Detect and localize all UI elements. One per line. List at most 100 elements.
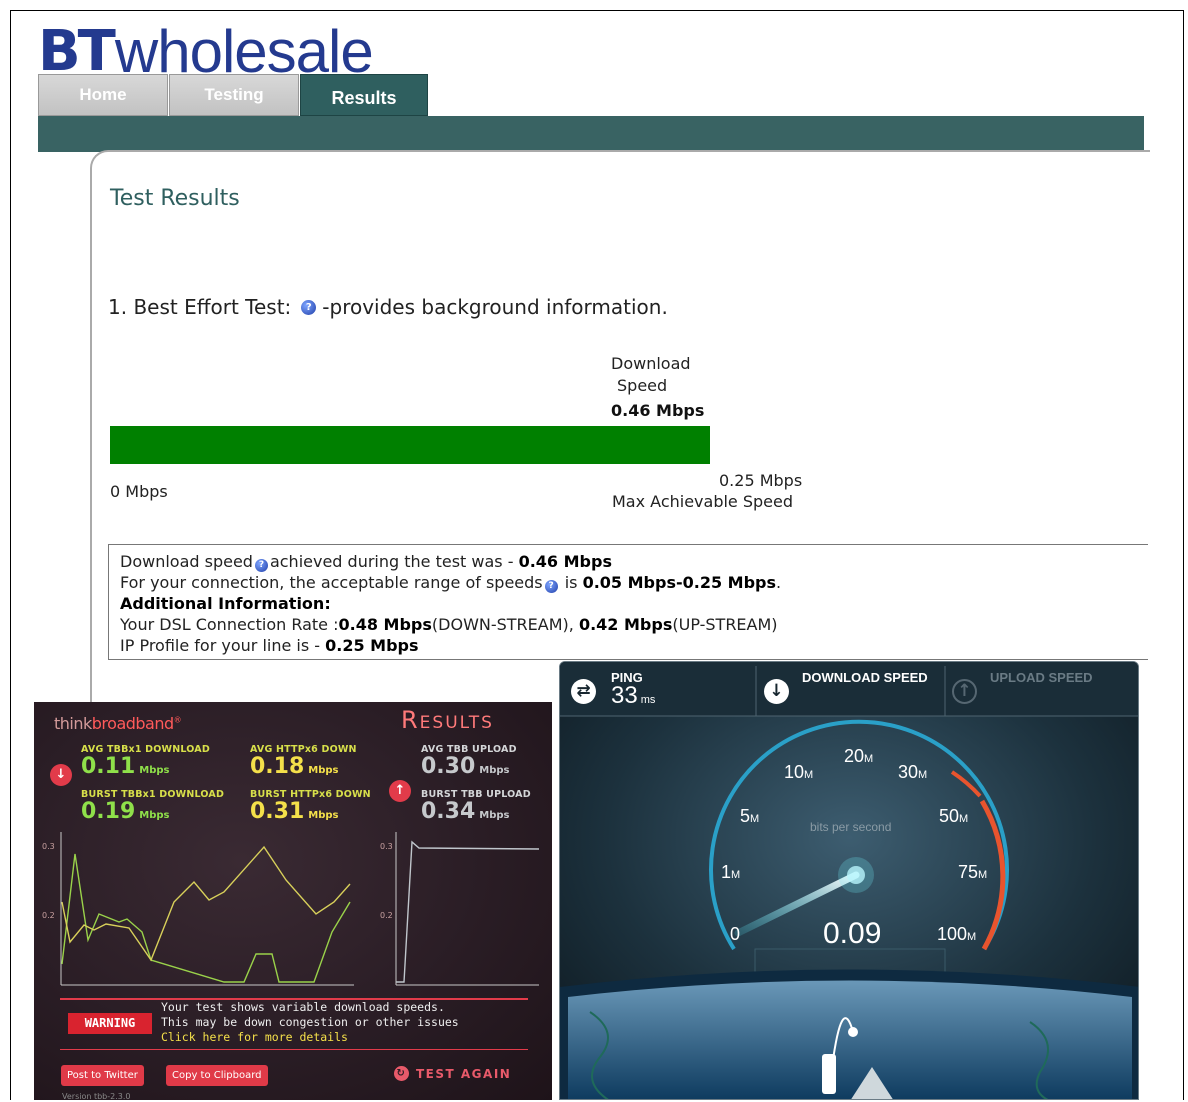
gauge-label-unit: M xyxy=(750,813,760,825)
help-icon[interactable]: ? xyxy=(544,580,558,593)
refresh-icon: ↻ xyxy=(394,1066,409,1081)
nav-tabs: Home Testing Results xyxy=(38,74,429,116)
stat-avg-tbb-upload: AVG TBB UPLOAD 0.30 Mbps xyxy=(421,744,517,783)
gauge-label-75m: 75M xyxy=(958,862,987,883)
user-figure-icon xyxy=(822,1054,836,1094)
gauge-label-unit: M xyxy=(967,931,977,943)
info-line2-end: . xyxy=(776,573,782,592)
stat-value: 0.30 xyxy=(421,754,476,779)
download-speed-value: 0.46 Mbps xyxy=(611,401,705,420)
tick-label-0.2: 0.2 xyxy=(380,911,393,920)
tab-home[interactable]: Home xyxy=(38,74,168,116)
upload-series xyxy=(396,840,540,983)
stat-value: 0.31 xyxy=(250,799,305,824)
gauge-label-20m: 20M xyxy=(844,746,873,767)
info-line1-prefix: Download speed xyxy=(120,552,253,571)
warning-line1: Your test shows variable download speeds… xyxy=(161,1000,445,1014)
speed-bar xyxy=(110,426,710,464)
stat-avg-httpx6-down: AVG HTTPx6 DOWN 0.18 Mbps xyxy=(250,744,357,783)
download-speed-label: Download Speed xyxy=(611,353,691,397)
warning-details-link[interactable]: Click here for more details xyxy=(161,1030,459,1045)
gauge-label-10m: 10M xyxy=(784,762,813,783)
best-effort-title: 1. Best Effort Test: xyxy=(108,295,292,319)
logo-wholesale: wholesale xyxy=(114,18,374,85)
help-icon[interactable]: ? xyxy=(254,559,268,572)
avg-download-series xyxy=(61,853,351,983)
best-effort-description: -provides background information. xyxy=(322,295,668,319)
floor-surface xyxy=(568,980,1132,1099)
speed-reading: 0.09 xyxy=(823,917,882,950)
bt-wholesale-logo[interactable]: BT wholesale xyxy=(38,18,374,85)
info-range-value: 0.05 Mbps-0.25 Mbps xyxy=(582,573,777,592)
stat-burst-tbbx1-download: BURST TBBx1 DOWNLOAD 0.19 Mbps xyxy=(81,789,224,828)
tab-results[interactable]: Results xyxy=(300,74,428,116)
http-download-series xyxy=(61,845,351,962)
gauge-label-num: 1 xyxy=(721,862,732,882)
results-info-box: Download speed? achieved during the test … xyxy=(108,544,1148,660)
logo-registered: ® xyxy=(173,715,182,725)
stat-unit: Mbps xyxy=(479,765,510,776)
units-label: bits per second xyxy=(810,820,892,834)
ping-value: 33 xyxy=(611,682,638,709)
download-label-line2: Speed xyxy=(617,376,668,395)
logo-broadband: broadband xyxy=(91,714,174,733)
download-speed-heading: DOWNLOAD SPEED xyxy=(802,670,928,685)
speed-bar-fill xyxy=(110,426,710,464)
info-line-ip-profile: IP Profile for your line is - 0.25 Mbps xyxy=(120,635,1137,656)
gauge-label-30m: 30M xyxy=(898,762,927,783)
stat-unit: Mbps xyxy=(308,810,339,821)
post-to-twitter-button[interactable]: Post to Twitter xyxy=(61,1065,144,1086)
gauge-label-unit: M xyxy=(731,869,741,881)
info-heading: Additional Information: xyxy=(120,593,1137,614)
info-dsl-down-label: (DOWN-STREAM), xyxy=(431,615,579,634)
speed-history-chart: 0.3 0.2 0.3 0.2 xyxy=(42,832,540,986)
tbb-results-title: Results xyxy=(401,706,494,734)
stat-value: 0.19 xyxy=(81,799,136,824)
ping-stat: PING 33 ms xyxy=(611,670,655,711)
max-speed-label: Max Achievable Speed xyxy=(612,492,794,511)
logo-think: think xyxy=(54,714,92,733)
test-again-button[interactable]: ↻ TEST AGAIN xyxy=(394,1066,511,1081)
speedtest-gauge-graphic xyxy=(560,662,1138,1099)
best-effort-heading: 1. Best Effort Test: ? -provides backgro… xyxy=(108,295,668,319)
info-download-value: 0.46 Mbps xyxy=(518,552,612,571)
gauge-label-num: 100 xyxy=(937,924,968,944)
warning-badge: WARNING xyxy=(68,1013,152,1034)
info-line2-prefix: For your connection, the acceptable rang… xyxy=(120,573,543,592)
gauge-label-unit: M xyxy=(804,769,814,781)
speedtest-panel: ⇄ PING 33 ms ↓ DOWNLOAD SPEED ↑ UPLOAD SP… xyxy=(559,661,1139,1100)
upload-icon: ↑ xyxy=(952,679,977,704)
info-line2-mid: is xyxy=(559,573,583,592)
gauge-label-num: 20 xyxy=(844,746,865,766)
stat-avg-tbbx1-download: AVG TBBx1 DOWNLOAD 0.11 Mbps xyxy=(81,744,210,783)
stat-value: 0.11 xyxy=(81,754,136,779)
tab-testing[interactable]: Testing xyxy=(169,74,299,116)
download-label-line1: Download xyxy=(611,354,691,373)
ping-unit: ms xyxy=(640,694,656,706)
info-line4-prefix: IP Profile for your line is - xyxy=(120,636,326,655)
gauge-label-0: 0 xyxy=(730,924,740,945)
upload-arrow-icon: ↑ xyxy=(389,780,411,802)
gauge-label-50m: 50M xyxy=(939,806,968,827)
thinkbroadband-results-panel: thinkbroadband® Results ↓ ↑ AVG TBBx1 DO… xyxy=(34,702,552,1100)
gauge-label-1m: 1M xyxy=(721,862,740,883)
upload-speed-heading: UPLOAD SPEED xyxy=(990,670,1093,685)
info-dsl-up: 0.42 Mbps xyxy=(578,615,673,634)
gauge-label-num: 5 xyxy=(740,806,751,826)
version-label: Version tbb-2.3.0 xyxy=(62,1092,131,1100)
test-again-label: TEST AGAIN xyxy=(416,1066,512,1081)
info-heading-text: Additional Information: xyxy=(120,594,331,613)
gauge-label-unit: M xyxy=(959,813,969,825)
gauge-label-num: 0 xyxy=(730,924,741,944)
needle-glow xyxy=(838,857,874,893)
gauge-label-5m: 5M xyxy=(740,806,759,827)
stat-burst-httpx6-down: BURST HTTPx6 DOWN 0.31 Mbps xyxy=(250,789,371,828)
warning-divider xyxy=(60,1049,528,1050)
copy-to-clipboard-button[interactable]: Copy to Clipboard xyxy=(166,1065,268,1086)
warning-line2: This may be down congestion or other iss… xyxy=(161,1015,459,1029)
gauge-label-num: 30 xyxy=(898,762,919,782)
help-icon[interactable]: ? xyxy=(301,299,317,315)
stat-value: 0.34 xyxy=(421,799,476,824)
gauge-label-unit: M xyxy=(864,753,874,765)
max-speed-value: 0.25 Mbps xyxy=(719,471,803,490)
